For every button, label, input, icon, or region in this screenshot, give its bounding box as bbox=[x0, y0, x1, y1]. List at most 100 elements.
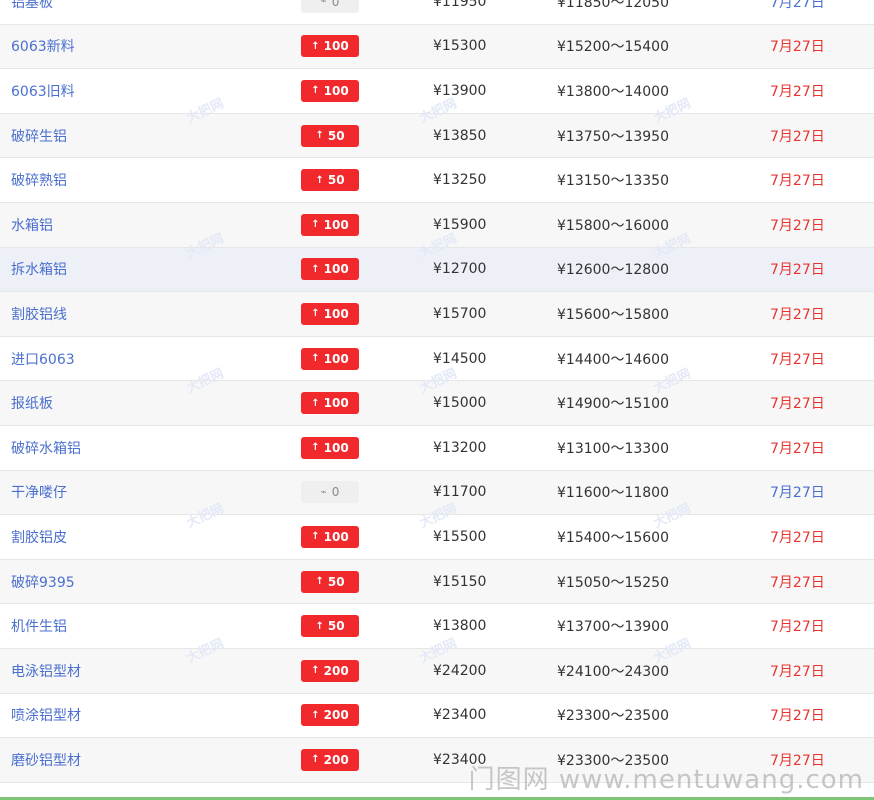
material-name-link[interactable]: 6063旧料 bbox=[11, 69, 75, 113]
change-cell: ↑ 100 bbox=[301, 25, 359, 69]
price-range: ¥11850～12050 bbox=[557, 0, 669, 11]
arrow-up-icon: ↑ bbox=[311, 665, 320, 677]
average-price: ¥14500 bbox=[433, 350, 487, 367]
price-range: ¥14900～15100 bbox=[557, 396, 669, 413]
table-row[interactable]: 干净喽仔 ⌁ 0 ¥11700 ¥11600～11800 7月27日 bbox=[0, 470, 874, 516]
price-range: ¥15400～15600 bbox=[557, 529, 669, 546]
average-price: ¥11950 bbox=[433, 0, 487, 10]
material-name-link[interactable]: 割胶铝皮 bbox=[11, 515, 67, 559]
table-row[interactable]: 破碎水箱铝 ↑ 100 ¥13200 ¥13100～13300 7月27日 bbox=[0, 425, 874, 471]
change-value: 0 bbox=[331, 485, 340, 500]
price-up-badge: ↑ 200 bbox=[301, 704, 359, 727]
table-row[interactable]: 破碎9395 ↑ 50 ¥15150 ¥15050～15250 7月27日 bbox=[0, 559, 874, 605]
table-row[interactable]: 破碎生铝 ↑ 50 ¥13850 ¥13750～13950 7月27日 bbox=[0, 113, 874, 159]
update-date: 7月27日 bbox=[770, 396, 825, 413]
table-row[interactable]: 铝基板 ⌁ 0 ¥11950 ¥11850～12050 7月27日 bbox=[0, 0, 874, 25]
material-name-link[interactable]: 进口6063 bbox=[11, 337, 75, 381]
change-value: 100 bbox=[323, 217, 349, 232]
average-price: ¥12700 bbox=[433, 261, 487, 278]
material-name-link[interactable]: 机件生铝 bbox=[11, 604, 67, 648]
material-name-link[interactable]: 铝基板 bbox=[11, 0, 53, 24]
change-cell: ↑ 50 bbox=[301, 560, 359, 604]
change-value: 100 bbox=[323, 39, 349, 54]
material-name-link[interactable]: 干净喽仔 bbox=[11, 471, 67, 515]
material-name-link[interactable]: 6063新料 bbox=[11, 25, 75, 69]
change-cell: ↑ 100 bbox=[301, 381, 359, 425]
table-row[interactable]: 喷涂铝型材 ↑ 200 ¥23400 ¥23300～23500 7月27日 bbox=[0, 693, 874, 739]
average-price: ¥13800 bbox=[433, 618, 487, 635]
price-range: ¥13800～14000 bbox=[557, 83, 669, 100]
arrow-up-icon: ↑ bbox=[311, 353, 320, 365]
change-value: 100 bbox=[323, 440, 349, 455]
table-row[interactable]: 报纸板 ↑ 100 ¥15000 ¥14900～15100 7月27日 bbox=[0, 381, 874, 426]
material-name-link[interactable]: 电泳铝型材 bbox=[11, 649, 81, 693]
table-row[interactable]: 拆水箱铝 ↑ 100 ¥12700 ¥12600～12800 7月27日 bbox=[0, 247, 874, 293]
price-range: ¥15200～15400 bbox=[557, 39, 669, 56]
change-cell: ⌁ 0 bbox=[301, 0, 359, 24]
material-name-link[interactable]: 水箱铝 bbox=[11, 203, 53, 247]
average-price: ¥15500 bbox=[433, 528, 487, 545]
update-date: 7月27日 bbox=[770, 173, 825, 190]
arrow-up-icon: ↑ bbox=[311, 263, 320, 275]
table-row[interactable]: 进口6063 ↑ 100 ¥14500 ¥14400～14600 7月27日 bbox=[0, 336, 874, 382]
update-date: 7月27日 bbox=[770, 752, 825, 769]
price-range: ¥13150～13350 bbox=[557, 173, 669, 190]
average-price: ¥15000 bbox=[433, 395, 487, 412]
update-date: 7月27日 bbox=[770, 485, 825, 502]
price-range: ¥11600～11800 bbox=[557, 485, 669, 502]
material-name-link[interactable]: 喷涂铝型材 bbox=[11, 694, 81, 738]
update-date: 7月27日 bbox=[770, 440, 825, 457]
change-value: 0 bbox=[331, 0, 340, 9]
material-name-link[interactable]: 拆水箱铝 bbox=[11, 248, 67, 292]
table-row[interactable]: 6063旧料 ↑ 100 ¥13900 ¥13800～14000 7月27日 bbox=[0, 69, 874, 114]
price-up-badge: ↑ 100 bbox=[301, 213, 359, 236]
arrow-up-icon: ↑ bbox=[315, 174, 324, 186]
price-table: 铝基板 ⌁ 0 ¥11950 ¥11850～12050 7月27日 6063新料 ↑ 100 ¥1… bbox=[0, 0, 874, 783]
arrow-up-icon: ↑ bbox=[311, 754, 320, 766]
table-row[interactable]: 6063新料 ↑ 100 ¥15300 ¥15200～15400 7月27日 bbox=[0, 24, 874, 70]
average-price: ¥13900 bbox=[433, 82, 487, 99]
change-value: 50 bbox=[327, 173, 345, 188]
price-range: ¥23300～23500 bbox=[557, 708, 669, 725]
material-name-link[interactable]: 割胶铝线 bbox=[11, 292, 67, 336]
material-name-link[interactable]: 破碎水箱铝 bbox=[11, 426, 81, 470]
material-name-link[interactable]: 报纸板 bbox=[11, 381, 53, 425]
change-value: 100 bbox=[323, 306, 349, 321]
change-cell: ↑ 100 bbox=[301, 292, 359, 336]
update-date: 7月27日 bbox=[770, 529, 825, 546]
table-row[interactable]: 割胶铝皮 ↑ 100 ¥15500 ¥15400～15600 7月27日 bbox=[0, 515, 874, 560]
arrow-up-icon: ↑ bbox=[311, 531, 320, 543]
price-up-badge: ↑ 100 bbox=[301, 436, 359, 459]
price-range: ¥13700～13900 bbox=[557, 619, 669, 636]
table-row[interactable]: 电泳铝型材 ↑ 200 ¥24200 ¥24100～24300 7月27日 bbox=[0, 648, 874, 694]
material-name-link[interactable]: 破碎9395 bbox=[11, 560, 75, 604]
update-date: 7月27日 bbox=[770, 619, 825, 636]
price-range: ¥15600～15800 bbox=[557, 306, 669, 323]
price-up-badge: ↑ 200 bbox=[301, 748, 359, 771]
arrow-up-icon: ↑ bbox=[311, 219, 320, 231]
change-cell: ↑ 200 bbox=[301, 649, 359, 693]
update-date: 7月27日 bbox=[770, 0, 825, 11]
table-row[interactable]: 割胶铝线 ↑ 100 ¥15700 ¥15600～15800 7月27日 bbox=[0, 292, 874, 337]
price-up-badge: ↑ 50 bbox=[301, 615, 359, 638]
material-name-link[interactable]: 破碎熟铝 bbox=[11, 158, 67, 202]
change-cell: ↑ 100 bbox=[301, 515, 359, 559]
table-row[interactable]: 水箱铝 ↑ 100 ¥15900 ¥15800～16000 7月27日 bbox=[0, 202, 874, 248]
update-date: 7月27日 bbox=[770, 708, 825, 725]
table-row[interactable]: 破碎熟铝 ↑ 50 ¥13250 ¥13150～13350 7月27日 bbox=[0, 158, 874, 203]
update-date: 7月27日 bbox=[770, 574, 825, 591]
update-date: 7月27日 bbox=[770, 262, 825, 279]
average-price: ¥11700 bbox=[433, 484, 487, 501]
change-cell: ↑ 50 bbox=[301, 158, 359, 202]
change-value: 200 bbox=[323, 663, 349, 678]
change-value: 200 bbox=[323, 752, 349, 767]
table-row[interactable]: 机件生铝 ↑ 50 ¥13800 ¥13700～13900 7月27日 bbox=[0, 604, 874, 649]
arrow-up-icon: ↑ bbox=[311, 40, 320, 52]
price-up-badge: ↑ 100 bbox=[301, 35, 359, 58]
material-name-link[interactable]: 磨砂铝型材 bbox=[11, 738, 81, 782]
material-name-link[interactable]: 破碎生铝 bbox=[11, 114, 67, 158]
price-range: ¥15050～15250 bbox=[557, 574, 669, 591]
table-row[interactable]: 磨砂铝型材 ↑ 200 ¥23400 ¥23300～23500 7月27日 bbox=[0, 738, 874, 783]
average-price: ¥23400 bbox=[433, 707, 487, 724]
change-value: 100 bbox=[323, 83, 349, 98]
